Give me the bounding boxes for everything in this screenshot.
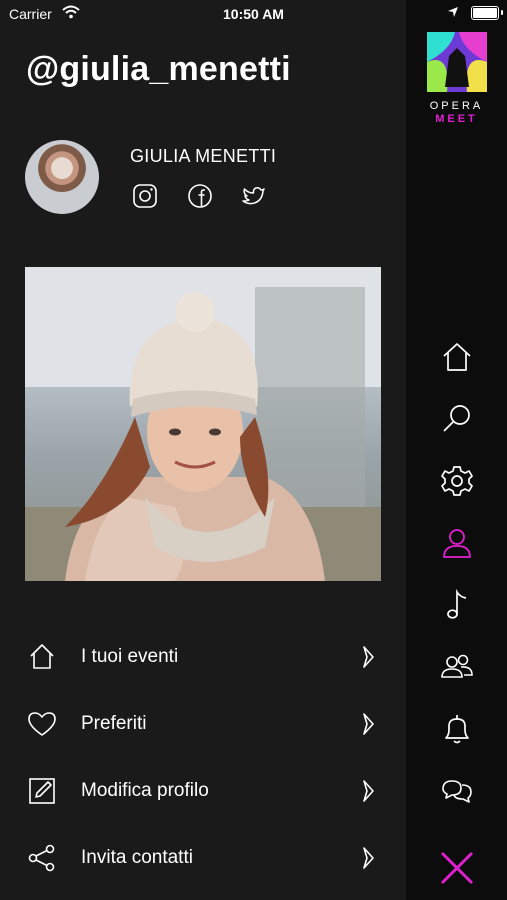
menu-item-label: Modifica profilo — [81, 780, 209, 801]
sidebar — [406, 0, 507, 900]
chevron-right-icon — [363, 780, 374, 802]
menu-item-events[interactable]: I tuoi eventi — [0, 627, 406, 687]
chat-icon[interactable] — [440, 774, 474, 808]
music-note-icon[interactable] — [440, 588, 474, 622]
twitter-icon[interactable] — [240, 182, 268, 210]
menu-item-invite-contacts[interactable]: Invita contatti — [0, 828, 406, 888]
user-icon[interactable] — [440, 526, 474, 560]
logo-text-meet: MEET — [435, 113, 478, 125]
portrait-illustration — [25, 267, 381, 581]
edit-icon — [29, 778, 55, 804]
bell-icon[interactable] — [440, 712, 474, 746]
location-arrow-icon — [448, 7, 458, 17]
logo-text-opera: OPERA — [429, 100, 484, 112]
profile-handle: @giulia_menetti — [26, 50, 291, 88]
battery-icon — [471, 6, 503, 20]
menu-item-edit-profile[interactable]: Modifica profilo — [0, 761, 406, 821]
chevron-right-icon — [363, 646, 374, 668]
menu-item-favorites[interactable]: Preferiti — [0, 694, 406, 754]
chevron-right-icon — [363, 847, 374, 869]
profile-name: GIULIA MENETTI — [130, 146, 277, 166]
close-icon[interactable] — [438, 849, 476, 887]
profile-panel: @giulia_menetti GIULIA MENETTI I tuoi ev… — [0, 0, 406, 900]
heart-icon — [28, 712, 56, 736]
search-icon[interactable] — [440, 402, 474, 436]
status-bar: Carrier 10:50 AM — [0, 0, 507, 28]
group-icon[interactable] — [440, 650, 474, 684]
menu-item-label: I tuoi eventi — [81, 646, 179, 667]
status-time: 10:50 AM — [223, 6, 284, 22]
avatar — [25, 140, 99, 214]
chevron-right-icon — [363, 713, 374, 735]
profile-photo — [25, 267, 381, 581]
menu-item-label: Preferiti — [81, 713, 147, 734]
instagram-icon[interactable] — [131, 182, 159, 210]
share-icon — [28, 844, 55, 872]
home-icon — [30, 644, 54, 669]
menu-item-label: Invita contatti — [81, 847, 193, 868]
opera-meet-logo — [427, 32, 487, 92]
settings-icon[interactable] — [440, 464, 474, 498]
facebook-icon[interactable] — [186, 182, 214, 210]
home-icon[interactable] — [440, 340, 474, 374]
